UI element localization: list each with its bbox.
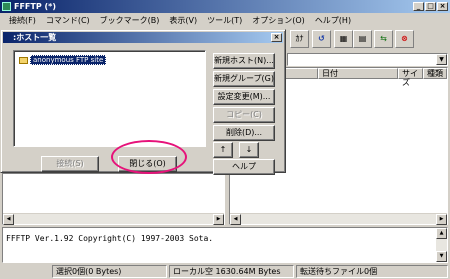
remote-col-kind[interactable]: 種類 [423,68,447,79]
sync-icon[interactable]: ⇆ [374,30,393,48]
log-area[interactable]: FFFTP Ver.1.92 Copyright(C) 1997-2003 So… [2,227,448,263]
list-view-icon[interactable]: ▦ [334,30,353,48]
connect-button[interactable]: 接続(S) [41,156,99,172]
ffftp-window: FFFTP (*) _ □ × 接続(F) コマンド(C) ブックマーク(B) … [0,0,450,279]
delete-button[interactable]: 削除(D)... [213,125,275,141]
kana-mode-button[interactable]: ｶﾅ [290,30,309,48]
title-bar: FFFTP (*) _ □ × [0,0,450,13]
dialog-title-bar: :ホスト一覧 × [3,32,283,43]
log-vscrollbar[interactable]: ▲ ▼ [436,228,447,262]
host-item[interactable]: anonymous FTP site [19,55,107,65]
menu-tools[interactable]: ツール(T) [202,13,247,28]
local-hscrollbar[interactable]: ◀ ▶ [3,213,224,225]
minimize-button[interactable]: _ [413,2,424,11]
status-selection: 選択0個(0 Bytes) [52,265,167,278]
move-up-button[interactable]: ↑ [213,142,233,158]
maximize-button[interactable]: □ [425,2,436,11]
stop-icon[interactable]: ⊗ [395,30,414,48]
menu-options[interactable]: オプション(O) [247,13,310,28]
app-icon [2,2,11,11]
move-down-button[interactable]: ↓ [239,142,259,158]
new-host-button[interactable]: 新規ホスト(N)... [213,53,275,69]
help-button[interactable]: ヘルプ [213,159,275,175]
scroll-right-icon[interactable]: ▶ [213,214,224,225]
new-group-button[interactable]: 新規グループ(G)... [213,71,275,87]
chevron-down-icon[interactable]: ▼ [436,54,447,65]
menu-command[interactable]: コマンド(C) [41,13,95,28]
scroll-left-icon[interactable]: ◀ [230,214,241,225]
scroll-up-icon[interactable]: ▲ [436,228,447,239]
menu-bookmark[interactable]: ブックマーク(B) [95,13,165,28]
local-file-list[interactable]: ◀ ▶ [2,173,225,225]
remote-hscrollbar[interactable]: ◀ ▶ [230,213,447,225]
menu-connect[interactable]: 接続(F) [4,13,41,28]
host-item-label: anonymous FTP site [30,55,107,65]
details-view-icon[interactable]: ▤ [353,30,372,48]
host-tree[interactable]: anonymous FTP site [13,50,206,147]
scroll-down-icon[interactable]: ▼ [436,251,447,262]
remote-col-size[interactable]: サイズ [398,68,423,87]
status-local-free: ローカル空 1630.64M Bytes [169,265,294,278]
menu-bar: 接続(F) コマンド(C) ブックマーク(B) 表示(V) ツール(T) オプシ… [0,13,450,28]
menu-view[interactable]: 表示(V) [164,13,202,28]
scroll-left-icon[interactable]: ◀ [3,214,14,225]
refresh-icon[interactable]: ↺ [312,30,331,48]
menu-help[interactable]: ヘルプ(H) [310,13,356,28]
window-close-button[interactable]: × [437,2,448,11]
dialog-title: :ホスト一覧 [13,33,57,42]
status-queue: 転送待ちファイル0個 [296,265,448,278]
log-text: FFFTP Ver.1.92 Copyright(C) 1997-2003 So… [6,234,214,243]
remote-col-date[interactable]: 日付 [318,68,398,79]
folder-icon [19,56,28,64]
remote-path-combo[interactable]: ▼ [287,53,448,66]
scroll-right-icon[interactable]: ▶ [436,214,447,225]
dialog-close-icon[interactable]: × [271,33,282,42]
modify-settings-button[interactable]: 設定変更(M)... [213,89,275,105]
copy-button[interactable]: コピー(C) [213,107,275,123]
window-title: FFFTP (*) [14,2,56,11]
highlight-circle [111,140,187,174]
